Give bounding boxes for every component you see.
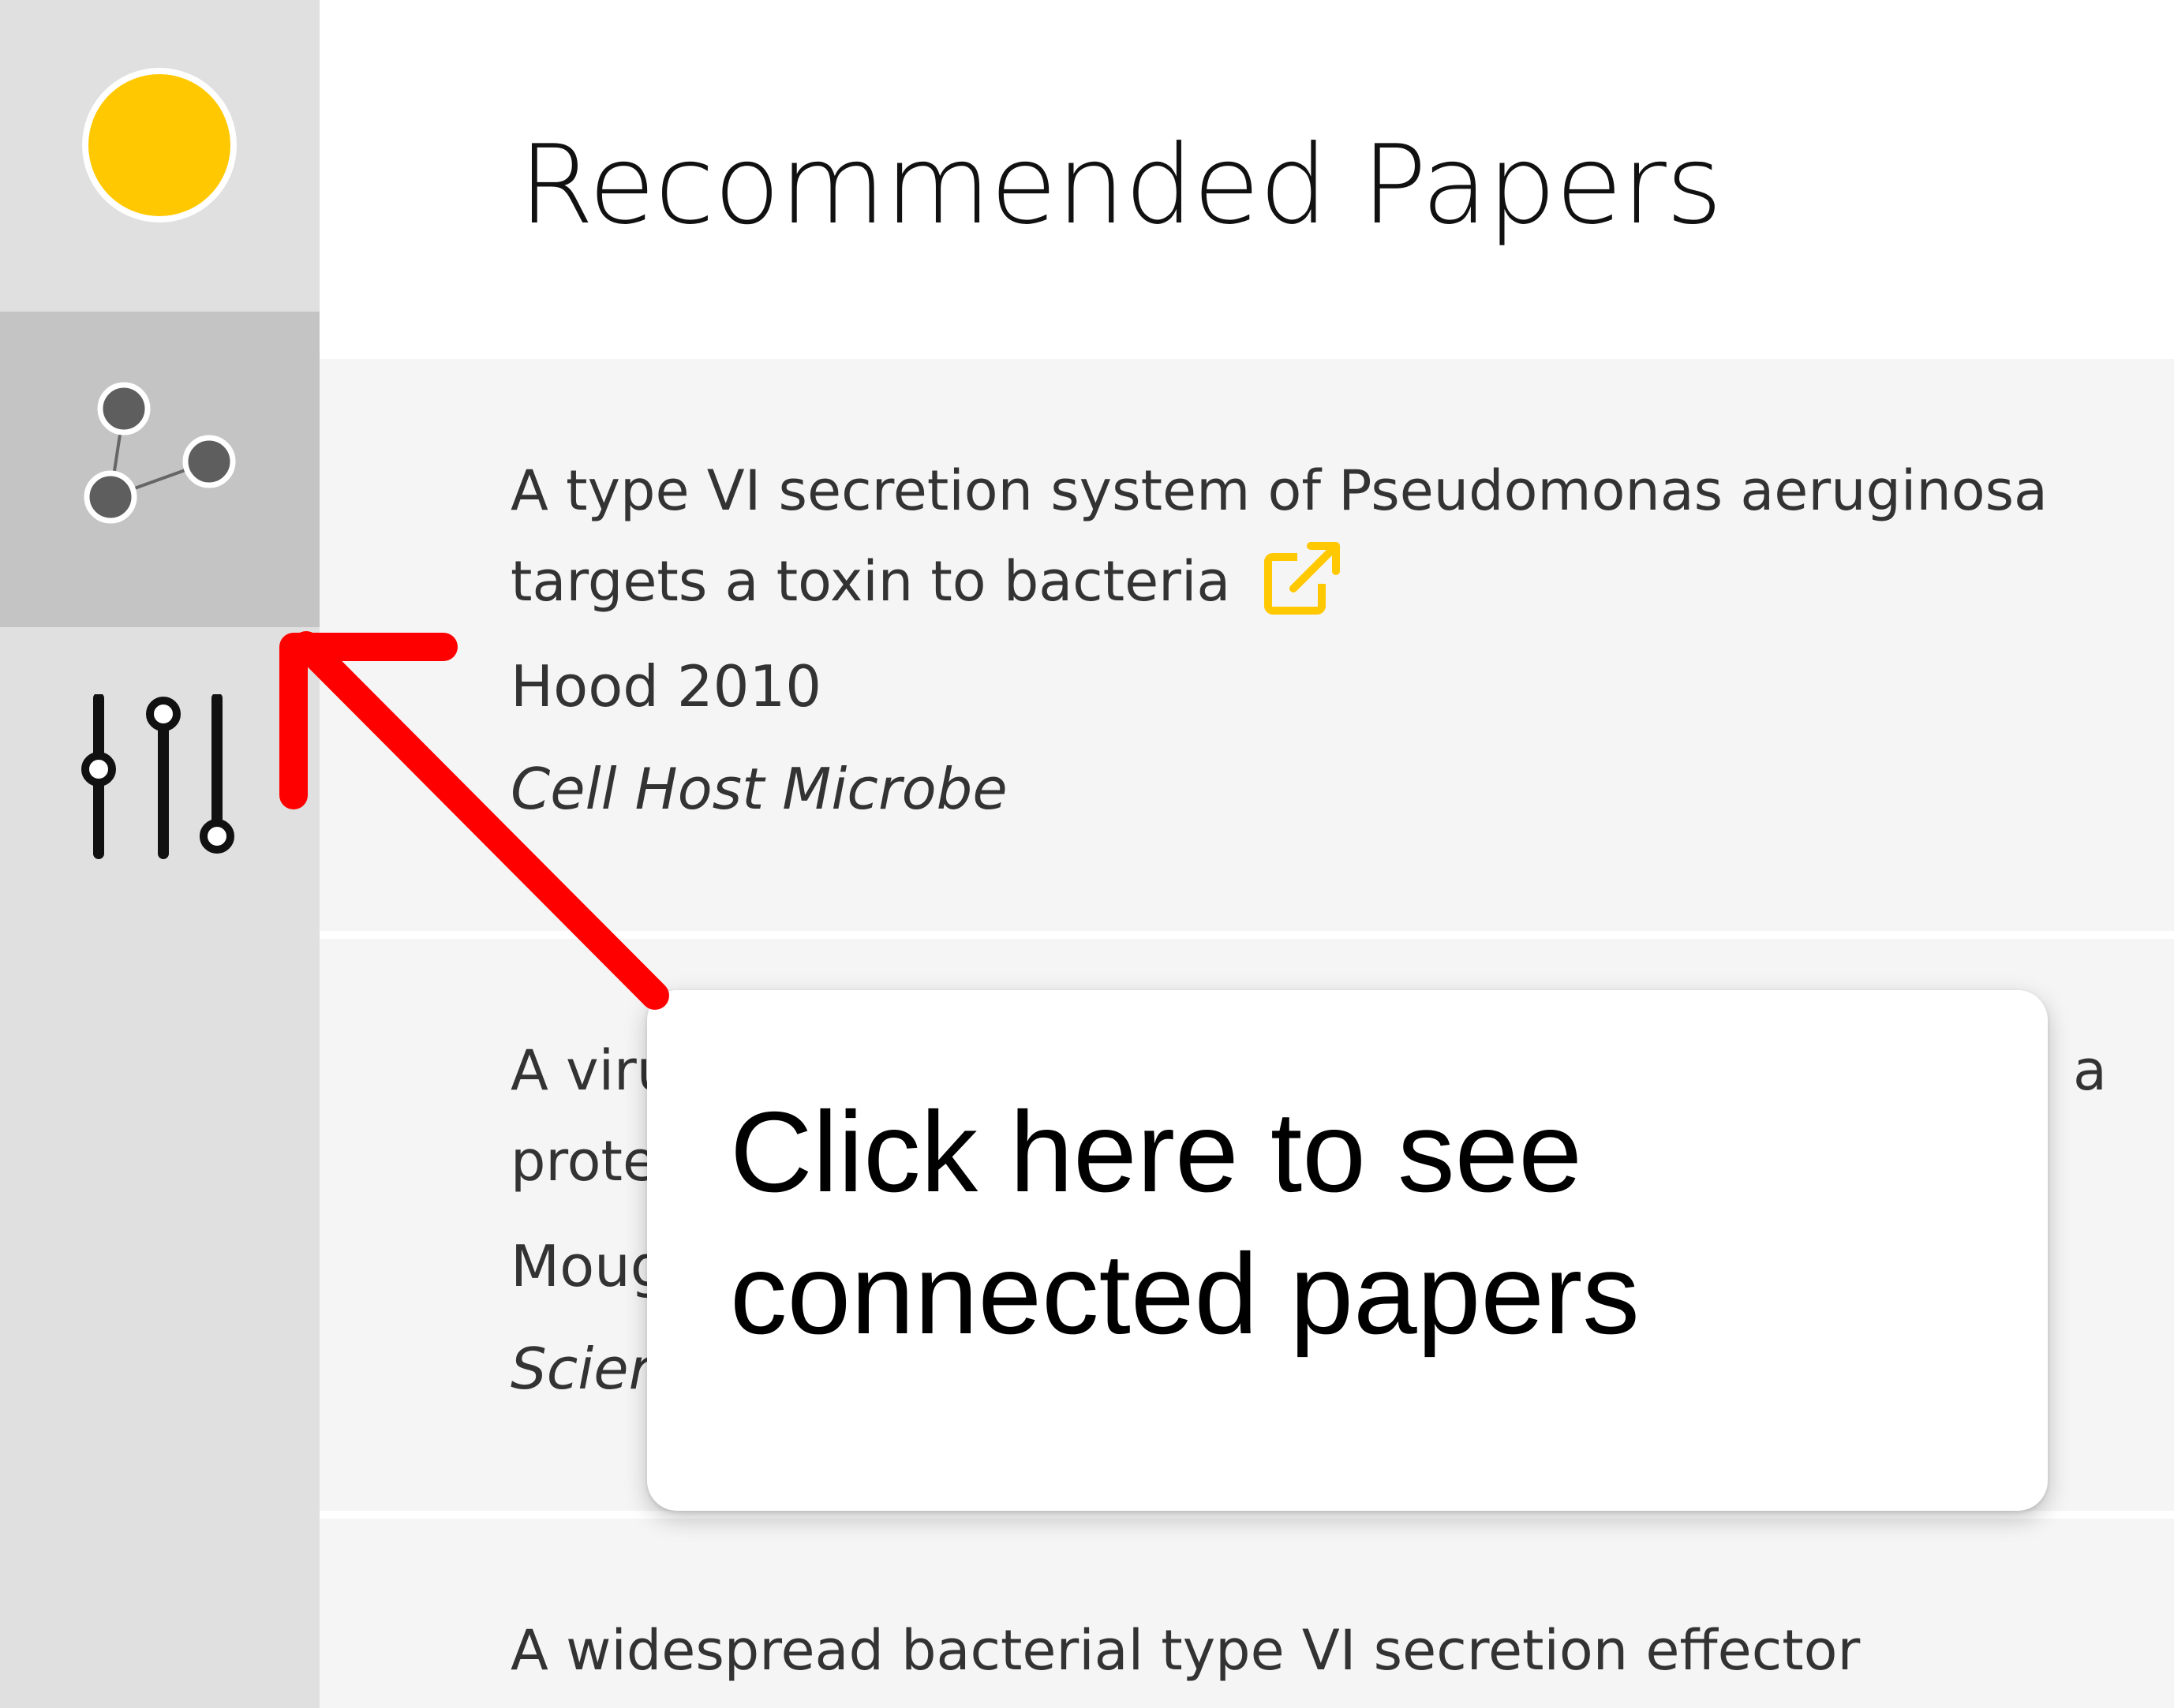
tooltip-line-1: Click here to see bbox=[730, 1088, 1582, 1216]
external-link-icon[interactable] bbox=[1262, 540, 1349, 619]
paper-title[interactable]: A widespread bacterial type VI secretion… bbox=[511, 1605, 2120, 1696]
paper-title[interactable]: A type VI secretion system of Pseudomona… bbox=[511, 446, 2120, 627]
paper-author-year: Moug bbox=[511, 1233, 667, 1299]
paper-card[interactable]: A type VI secretion system of Pseudomona… bbox=[320, 359, 2174, 931]
onboarding-tooltip: Click here to see connected papers bbox=[647, 990, 2048, 1511]
paper-card[interactable]: A widespread bacterial type VI secretion… bbox=[320, 1519, 2174, 1708]
paper-title-text: A widespread bacterial type VI secretion… bbox=[511, 1618, 1861, 1683]
tooltip-line-2: connected papers bbox=[730, 1230, 1640, 1358]
paper-journal: Cell Host Microbe bbox=[511, 756, 1008, 822]
sidebar-item-filters[interactable] bbox=[75, 693, 249, 868]
tooltip-text: Click here to see connected papers bbox=[730, 1081, 1993, 1365]
graph-nodes-icon bbox=[84, 382, 236, 524]
paper-journal: Scier bbox=[511, 1336, 653, 1402]
logo-icon[interactable] bbox=[82, 68, 237, 222]
sliders-filter-icon bbox=[81, 693, 234, 859]
page-title: Recommended Papers bbox=[518, 121, 1723, 249]
paper-author-year: Hood 2010 bbox=[511, 653, 822, 719]
paper-title-tail: a bbox=[2073, 1038, 2107, 1103]
sidebar-item-connected-papers[interactable] bbox=[0, 312, 320, 627]
paper-title-line2: prote bbox=[511, 1129, 657, 1194]
sidebar bbox=[0, 0, 320, 1708]
app-window: Recommended Papers A type VI secretion s… bbox=[0, 0, 2174, 1708]
